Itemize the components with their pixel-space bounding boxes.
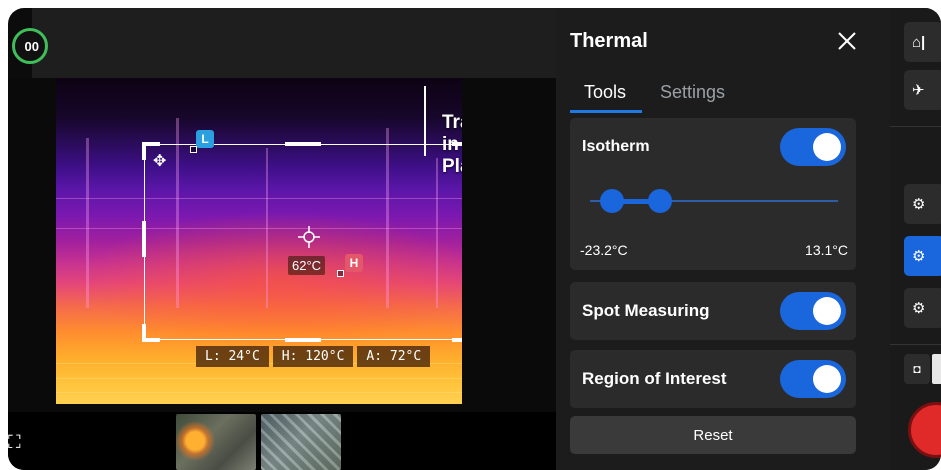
app-window: 00 Track in Place bbox=[8, 8, 941, 470]
close-icon[interactable] bbox=[836, 30, 858, 52]
spot-measuring-toggle[interactable] bbox=[780, 292, 846, 330]
isotherm-slider-min-handle[interactable] bbox=[600, 189, 624, 213]
settings-gear-icon[interactable]: ⚙ bbox=[904, 184, 941, 224]
home-icon[interactable]: ⌂| bbox=[904, 22, 941, 62]
region-of-interest-label: Region of Interest bbox=[582, 369, 727, 388]
low-temp-point bbox=[190, 146, 197, 153]
roi-handle-top-right[interactable] bbox=[452, 142, 462, 160]
panel-title: Thermal bbox=[570, 30, 648, 52]
camera-view[interactable]: Track in Place ✥ L H bbox=[8, 78, 556, 412]
capture-mode-indicator bbox=[932, 354, 941, 384]
toggle-knob bbox=[813, 133, 841, 161]
roi-handle-top[interactable] bbox=[285, 142, 321, 146]
active-tab-indicator bbox=[570, 110, 642, 113]
panel-tabs: Tools Settings bbox=[570, 80, 880, 114]
toggle-knob bbox=[813, 297, 841, 325]
spot-measuring-label: Spot Measuring bbox=[582, 301, 710, 320]
high-temp-marker: H bbox=[345, 254, 363, 272]
ground-line bbox=[56, 378, 462, 379]
camera-icon[interactable]: ◘ bbox=[904, 354, 930, 384]
panel-header: Thermal bbox=[556, 8, 890, 74]
isotherm-card: Isotherm -23.2°C 13.1°C bbox=[570, 118, 856, 270]
expand-icon[interactable]: ⛶ bbox=[8, 432, 21, 453]
roi-stats-bar: L: 24°C H: 120°C A: 72°C bbox=[196, 346, 431, 367]
thermal-panel: Thermal Tools Settings Isotherm -23.2°C … bbox=[556, 8, 890, 470]
settings-gear-alt-icon[interactable]: ⚙ bbox=[904, 288, 941, 328]
battery-indicator: 00 bbox=[12, 28, 48, 64]
camera-top-bar: 00 bbox=[12, 8, 556, 78]
pylon-structure bbox=[86, 138, 89, 308]
isotherm-min-value: -23.2°C bbox=[580, 242, 628, 258]
rail-divider bbox=[890, 126, 941, 127]
tab-tools[interactable]: Tools bbox=[584, 82, 626, 103]
settings-gear-active-icon[interactable]: ⚙ bbox=[904, 236, 941, 276]
spot-crosshair-icon[interactable] bbox=[298, 226, 320, 248]
media-thumbnail[interactable] bbox=[176, 414, 256, 470]
reset-button[interactable]: Reset bbox=[570, 416, 856, 454]
spot-measuring-card: Spot Measuring bbox=[570, 282, 856, 340]
isotherm-max-value: 13.1°C bbox=[805, 242, 848, 258]
low-temp-stat: L: 24°C bbox=[196, 346, 269, 367]
isotherm-toggle[interactable] bbox=[780, 128, 846, 166]
avg-temp-stat: A: 72°C bbox=[357, 346, 431, 367]
isotherm-label: Isotherm bbox=[582, 138, 650, 155]
roi-handle-bottom-right[interactable] bbox=[452, 324, 462, 342]
drone-icon[interactable]: ✈ bbox=[904, 70, 941, 110]
move-icon[interactable]: ✥ bbox=[153, 151, 166, 171]
roi-handle-bottom-left[interactable] bbox=[142, 324, 160, 342]
ground-line bbox=[56, 392, 462, 393]
roi-handle-bottom[interactable] bbox=[285, 338, 321, 342]
roi-handle-left[interactable] bbox=[142, 221, 146, 257]
region-of-interest-card: Region of Interest bbox=[570, 350, 856, 408]
record-button[interactable] bbox=[908, 402, 941, 458]
high-temp-stat: H: 120°C bbox=[272, 346, 354, 367]
rail-divider bbox=[890, 344, 941, 345]
right-rail: ⌂| ✈ ⚙ ⚙ ⚙ ◘ bbox=[890, 8, 941, 470]
region-of-interest-toggle[interactable] bbox=[780, 360, 846, 398]
toggle-knob bbox=[813, 365, 841, 393]
high-temp-point bbox=[337, 270, 344, 277]
spot-temperature-label: 62°C bbox=[288, 256, 326, 275]
tab-settings[interactable]: Settings bbox=[660, 82, 725, 103]
media-thumbnail[interactable] bbox=[261, 414, 341, 470]
low-temp-marker: L bbox=[196, 130, 214, 148]
media-strip bbox=[8, 412, 556, 470]
isotherm-slider-max-handle[interactable] bbox=[648, 189, 672, 213]
thermal-image[interactable]: Track in Place ✥ L H bbox=[56, 78, 462, 404]
